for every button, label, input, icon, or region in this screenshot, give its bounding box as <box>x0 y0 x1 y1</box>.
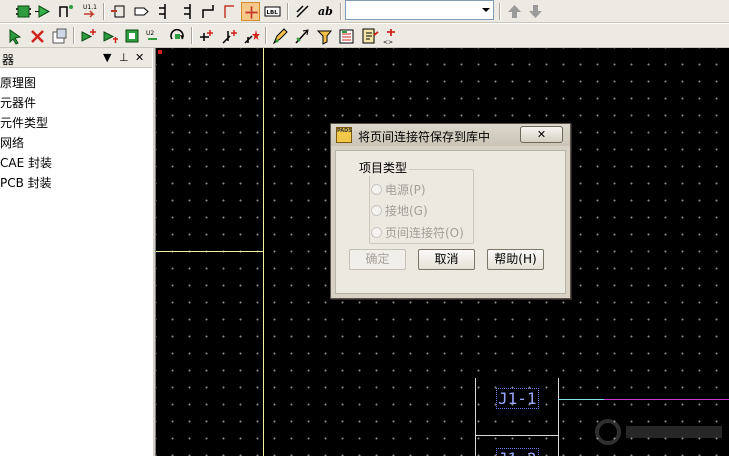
component-icon[interactable] <box>14 2 33 21</box>
project-browser-panel: 器 ▼ ⊥ ✕ 原理图 元器件 元件类型 网络 CAE 封装 PCB 封装 <box>0 48 152 456</box>
tree-item-cae-decals[interactable]: CAE 封装 <box>0 154 52 171</box>
part-outline-left <box>475 378 476 456</box>
draw-icon[interactable] <box>294 2 313 21</box>
dialog-title: 将页间连接符保存到库中 <box>358 130 491 144</box>
toolbar-bottom: U2 <> <box>0 23 729 48</box>
radio-label: 电源(P) <box>385 183 426 197</box>
group-label: 项目类型 <box>357 159 410 176</box>
svg-text:U1.1: U1.1 <box>83 4 97 11</box>
svg-text:U2: U2 <box>146 30 154 37</box>
radio-label: 页间连接符(O) <box>385 226 464 240</box>
radio-circle-icon <box>371 227 382 238</box>
radio-circle-icon <box>371 184 382 195</box>
part-outline-mid <box>475 435 559 436</box>
dialog-body: 项目类型 电源(P) 接地(G) 页间连接符(O) 确定 取消 帮助(H) <box>335 150 566 294</box>
toolbar-top: U1.1 LBL ab <box>0 0 729 23</box>
bus-entry-icon[interactable] <box>155 2 174 21</box>
label-icon[interactable]: LBL <box>263 2 282 21</box>
border-line-vertical <box>263 48 264 456</box>
select-icon[interactable] <box>6 27 25 46</box>
bus-icon[interactable] <box>178 2 197 21</box>
pencil-icon[interactable] <box>271 27 290 46</box>
field-icon[interactable] <box>293 27 312 46</box>
off-page-icon[interactable] <box>132 2 151 21</box>
radio-circle-icon <box>371 205 382 216</box>
up-arrow-icon[interactable] <box>505 2 524 21</box>
down-arrow-icon[interactable] <box>526 2 545 21</box>
move-icon[interactable] <box>197 27 216 46</box>
pin-icon[interactable] <box>57 2 76 21</box>
close-button[interactable]: ✕ <box>520 126 563 143</box>
tree-item-nets[interactable]: 网络 <box>0 134 24 151</box>
svg-text:LBL: LBL <box>267 10 279 16</box>
tree-item-part-types[interactable]: 元件类型 <box>0 114 48 131</box>
wire-icon[interactable] <box>199 2 218 21</box>
origin-marker <box>158 50 162 54</box>
add-part-icon[interactable] <box>110 2 129 21</box>
part-label[interactable]: J1-2 <box>496 448 539 456</box>
panel-header: 器 ▼ ⊥ ✕ <box>0 48 152 68</box>
border-line-horizontal <box>156 251 264 252</box>
net-wire <box>604 399 729 400</box>
help-button[interactable]: 帮助(H) <box>487 249 544 270</box>
part-outline-right <box>558 378 559 456</box>
part-label[interactable]: J1-1 <box>496 388 539 409</box>
chevron-down-icon[interactable]: ▼ <box>103 51 111 64</box>
app-icon-text: PADS <box>337 128 352 134</box>
layer-combo[interactable] <box>345 0 494 20</box>
rotate-icon[interactable] <box>168 27 187 46</box>
annotate-icon[interactable]: <> <box>382 27 401 46</box>
add-component-icon[interactable] <box>79 27 98 46</box>
pin-icon[interactable]: ⊥ <box>119 51 129 64</box>
save-offpage-dialog: PADS 将页间连接符保存到库中 ✕ 项目类型 电源(P) 接地(G) 页间连接… <box>330 123 571 299</box>
pads-app-icon: PADS <box>336 127 352 143</box>
corner-icon[interactable] <box>220 2 239 21</box>
gate-icon[interactable] <box>35 2 54 21</box>
tree-item-parts[interactable]: 元器件 <box>0 94 36 111</box>
add-connection-icon[interactable] <box>101 27 120 46</box>
tree-item-schematic[interactable]: 原理图 <box>0 74 36 91</box>
add-field-icon[interactable]: U2 <box>145 27 164 46</box>
cancel-button[interactable]: 取消 <box>418 249 475 270</box>
tree-item-pcb-decals[interactable]: PCB 封装 <box>0 174 52 191</box>
close-icon[interactable]: ✕ <box>135 51 144 64</box>
checklist-icon[interactable] <box>337 27 356 46</box>
swap-icon[interactable] <box>242 27 261 46</box>
panel-title: 器 <box>2 53 15 67</box>
refdes-icon[interactable]: U1.1 <box>80 2 99 21</box>
chevron-down-icon[interactable] <box>477 1 493 19</box>
connector-tee-icon[interactable] <box>241 2 260 21</box>
radio-label: 接地(G) <box>385 204 428 218</box>
dialog-titlebar[interactable]: PADS 将页间连接符保存到库中 ✕ <box>331 124 570 146</box>
split-icon[interactable] <box>220 27 239 46</box>
svg-text:ab: ab <box>318 5 333 18</box>
svg-text:<>: <> <box>383 39 393 46</box>
ok-button[interactable]: 确定 <box>349 249 406 270</box>
pin-wire <box>558 399 604 400</box>
watermark-logo <box>595 419 722 445</box>
text-icon[interactable]: ab <box>317 2 336 21</box>
radio-power[interactable]: 电源(P) <box>371 181 426 198</box>
renumber-icon[interactable] <box>360 27 379 46</box>
delete-icon[interactable] <box>28 27 47 46</box>
add-bus-icon[interactable] <box>123 27 142 46</box>
radio-ground[interactable]: 接地(G) <box>371 202 428 219</box>
radio-offpage[interactable]: 页间连接符(O) <box>371 224 464 241</box>
properties-icon[interactable] <box>50 27 69 46</box>
report-icon[interactable] <box>315 27 334 46</box>
